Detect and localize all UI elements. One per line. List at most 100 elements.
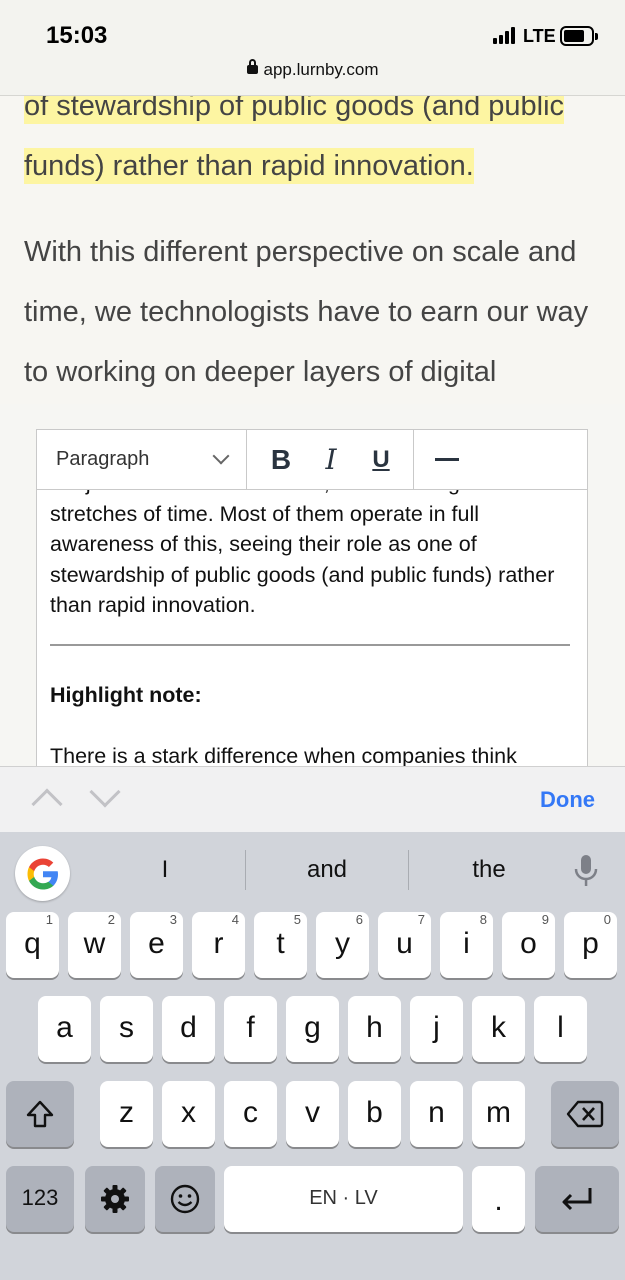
key-number-hint: 5: [293, 912, 301, 927]
key-z[interactable]: z: [100, 1081, 153, 1147]
status-bar: 15:03 LTE app.lurnby.com: [0, 0, 625, 96]
key-f[interactable]: f: [224, 996, 277, 1062]
space-key[interactable]: EN · LV: [224, 1166, 463, 1232]
editor-content[interactable]: not just at enormous breadth, but over l…: [50, 468, 570, 768]
key-label: u: [396, 927, 413, 960]
key-m[interactable]: m: [472, 1081, 525, 1147]
key-label: s: [119, 1011, 134, 1044]
suggestion[interactable]: I: [130, 856, 200, 884]
key-number-hint: 9: [541, 912, 549, 927]
key-label: l: [557, 1011, 564, 1044]
bold-button[interactable]: B: [254, 430, 308, 490]
key-label: x: [181, 1096, 196, 1129]
key-g[interactable]: g: [286, 996, 339, 1062]
key-label: q: [24, 927, 41, 960]
key-label: t: [276, 927, 285, 960]
key-label: v: [305, 1096, 320, 1129]
key-n[interactable]: n: [410, 1081, 463, 1147]
key-h[interactable]: h: [348, 996, 401, 1062]
key-d[interactable]: d: [162, 996, 215, 1062]
done-button[interactable]: Done: [540, 787, 595, 813]
key-u[interactable]: u7: [378, 912, 431, 978]
key-label: p: [582, 927, 599, 960]
key-o[interactable]: o9: [502, 912, 555, 978]
key-label: i: [463, 927, 470, 960]
key-number-hint: 4: [231, 912, 239, 927]
article-paragraph: With this different perspective on scale…: [24, 236, 589, 388]
horizontal-rule-button[interactable]: [435, 458, 459, 461]
italic-button[interactable]: I: [304, 430, 358, 490]
google-icon[interactable]: [15, 846, 70, 901]
key-r[interactable]: r4: [192, 912, 245, 978]
key-label: b: [366, 1096, 383, 1129]
key-label: k: [491, 1011, 506, 1044]
gear-icon: [101, 1185, 129, 1213]
key-label: m: [486, 1096, 511, 1129]
previous-field-icon[interactable]: [31, 788, 63, 820]
key-label: o: [520, 927, 537, 960]
key-c[interactable]: c: [224, 1081, 277, 1147]
return-key[interactable]: [535, 1166, 619, 1232]
next-field-icon[interactable]: [89, 776, 121, 808]
key-k[interactable]: k: [472, 996, 525, 1062]
key-e[interactable]: e3: [130, 912, 183, 978]
key-number-hint: 2: [107, 912, 115, 927]
keyboard-accessory-bar: Done: [0, 766, 625, 832]
key-b[interactable]: b: [348, 1081, 401, 1147]
key-number-hint: 7: [417, 912, 425, 927]
key-v[interactable]: v: [286, 1081, 339, 1147]
key-x[interactable]: x: [162, 1081, 215, 1147]
key-label: y: [335, 927, 350, 960]
emoji-key[interactable]: [155, 1166, 215, 1232]
battery-icon: [560, 26, 598, 46]
key-label: d: [180, 1011, 197, 1044]
key-number-hint: 3: [169, 912, 177, 927]
key-label: w: [83, 927, 106, 960]
note-text: There is a stark difference when compani…: [50, 744, 517, 768]
key-label: f: [246, 1011, 255, 1044]
key-label: n: [428, 1096, 445, 1129]
numbers-key[interactable]: 123: [6, 1166, 74, 1232]
microphone-icon[interactable]: [572, 854, 600, 888]
note-editor[interactable]: Paragraph B I U not just at enormous bre…: [36, 429, 588, 769]
key-label: e: [148, 927, 165, 960]
key-w[interactable]: w2: [68, 912, 121, 978]
shift-key[interactable]: [6, 1081, 74, 1147]
key-i[interactable]: i8: [440, 912, 493, 978]
key-a[interactable]: a: [38, 996, 91, 1062]
block-format-select[interactable]: Paragraph: [37, 430, 247, 490]
settings-key[interactable]: [85, 1166, 145, 1232]
network-type: LTE: [523, 26, 556, 46]
address-bar[interactable]: app.lurnby.com: [0, 59, 625, 80]
quoted-text: stretches of time. Most of them operate …: [50, 501, 555, 618]
url-text: app.lurnby.com: [263, 60, 379, 79]
key-s[interactable]: s: [100, 996, 153, 1062]
key-label: g: [304, 1011, 321, 1044]
highlighted-text[interactable]: funds) rather than rapid innovation.: [24, 148, 474, 184]
underline-button[interactable]: U: [354, 430, 408, 490]
key-l[interactable]: l: [534, 996, 587, 1062]
key-number-hint: 6: [355, 912, 363, 927]
return-icon: [562, 1188, 592, 1211]
emoji-icon: [170, 1184, 200, 1214]
suggestion-divider: [245, 850, 246, 890]
suggestion[interactable]: the: [444, 856, 534, 884]
key-j[interactable]: j: [410, 996, 463, 1062]
key-number-hint: 0: [603, 912, 611, 927]
backspace-key[interactable]: [551, 1081, 619, 1147]
key-label: z: [119, 1096, 134, 1129]
keyboard: I and the 123 EN · LV . q 1 w 2 e 3 r 4 …: [0, 832, 625, 1280]
period-key[interactable]: .: [472, 1166, 525, 1232]
toolbar-divider: [413, 430, 414, 490]
key-y[interactable]: y6: [316, 912, 369, 978]
key-t[interactable]: t5: [254, 912, 307, 978]
key-p[interactable]: p0: [564, 912, 617, 978]
lock-icon: [246, 59, 258, 74]
key-label: r: [213, 927, 224, 960]
key-q[interactable]: q1: [6, 912, 59, 978]
suggestion[interactable]: and: [282, 856, 372, 884]
key-label: h: [366, 1011, 383, 1044]
article-content: of stewardship of public goods (and publ…: [24, 76, 614, 402]
key-label: a: [56, 1011, 73, 1044]
signal-icon: [493, 26, 519, 44]
